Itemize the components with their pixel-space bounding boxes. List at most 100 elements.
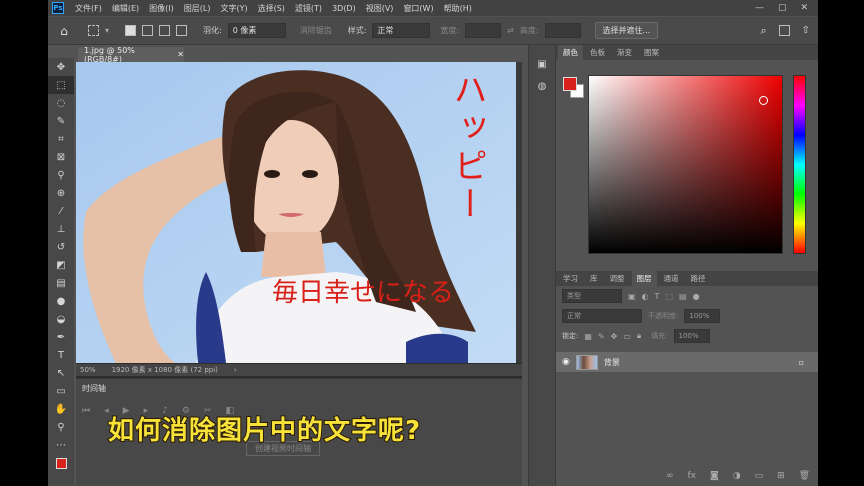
close-tab-icon[interactable]: ✕ bbox=[177, 50, 184, 59]
filter-toggle-icon[interactable]: ● bbox=[693, 292, 700, 301]
tab-patterns[interactable]: 图案 bbox=[639, 45, 664, 60]
home-icon[interactable]: ⌂ bbox=[54, 24, 74, 38]
tab-libraries[interactable]: 库 bbox=[585, 271, 603, 286]
filter-smart-icon[interactable]: ▤ bbox=[679, 292, 687, 301]
hand-tool-icon[interactable]: ✋ bbox=[48, 400, 74, 418]
layer-kind-filter[interactable]: 类型 bbox=[562, 289, 622, 303]
lock-artboard-icon[interactable]: ▭ bbox=[623, 332, 631, 341]
gradient-tool-icon[interactable]: ▤ bbox=[48, 274, 74, 292]
brush-tool-icon[interactable]: ⁄ bbox=[48, 202, 74, 220]
healing-brush-tool-icon[interactable]: ⊕ bbox=[48, 184, 74, 202]
select-and-mask-button[interactable]: 选择并遮住... bbox=[594, 22, 659, 39]
path-select-tool-icon[interactable]: ↖ bbox=[48, 364, 74, 382]
canvas-area[interactable]: ハッピー 毎日幸せになる bbox=[76, 62, 522, 378]
tab-swatches[interactable]: 色板 bbox=[585, 45, 610, 60]
intersect-selection-icon[interactable] bbox=[176, 25, 188, 36]
opacity-input[interactable]: 100% bbox=[684, 309, 721, 323]
menu-view[interactable]: 视图(V) bbox=[361, 3, 399, 14]
menu-3d[interactable]: 3D(D) bbox=[327, 4, 361, 13]
layer-row[interactable]: ◉ 背景 ▫ bbox=[556, 352, 818, 372]
history-panel-icon[interactable]: ▣ bbox=[529, 59, 555, 75]
new-selection-icon[interactable] bbox=[125, 25, 137, 36]
first-frame-icon[interactable]: ⏮ bbox=[82, 406, 90, 416]
feather-input[interactable]: 0 像素 bbox=[227, 23, 286, 38]
menu-layer[interactable]: 图层(L) bbox=[179, 3, 216, 14]
layer-style-icon[interactable]: fx bbox=[688, 471, 697, 481]
menu-filter[interactable]: 滤镜(T) bbox=[290, 3, 327, 14]
filter-adjustment-icon[interactable]: ◐ bbox=[642, 292, 649, 301]
lock-transparent-icon[interactable]: ▦ bbox=[584, 332, 592, 341]
menu-image[interactable]: 图像(I) bbox=[144, 3, 179, 14]
tab-gradients[interactable]: 渐变 bbox=[612, 45, 637, 60]
more-tools-icon[interactable]: ⋯ bbox=[48, 436, 74, 454]
menu-window[interactable]: 窗口(W) bbox=[398, 3, 438, 14]
quick-select-tool-icon[interactable]: ✎ bbox=[48, 112, 74, 130]
dodge-tool-icon[interactable]: ◒ bbox=[48, 310, 74, 328]
width-input[interactable] bbox=[465, 23, 502, 38]
clone-stamp-tool-icon[interactable]: ⊥ bbox=[48, 220, 74, 238]
subtract-selection-icon[interactable] bbox=[159, 25, 171, 36]
marquee-tool-icon[interactable]: ⬚ bbox=[48, 76, 74, 94]
new-group-icon[interactable]: ▭ bbox=[755, 471, 764, 481]
menu-edit[interactable]: 编辑(E) bbox=[107, 3, 144, 14]
eyedropper-tool-icon[interactable]: ⚲ bbox=[48, 166, 74, 184]
blur-tool-icon[interactable]: ● bbox=[48, 292, 74, 310]
crop-tool-icon[interactable]: ⌗ bbox=[48, 130, 74, 148]
layer-name[interactable]: 背景 bbox=[604, 357, 620, 368]
type-tool-icon[interactable]: T bbox=[48, 346, 74, 364]
add-mask-icon[interactable]: ◙ bbox=[710, 471, 719, 481]
swap-icon[interactable]: ⇄ bbox=[507, 26, 514, 35]
maximize-button[interactable]: ▢ bbox=[778, 3, 787, 13]
foreground-color-swatch[interactable] bbox=[563, 77, 577, 91]
move-tool-icon[interactable]: ✥ bbox=[48, 58, 74, 76]
vertical-scrollbar[interactable] bbox=[516, 62, 522, 363]
tab-paths[interactable]: 路径 bbox=[686, 271, 711, 286]
menu-help[interactable]: 帮助(H) bbox=[439, 3, 477, 14]
tab-adjustments[interactable]: 调整 bbox=[605, 271, 630, 286]
color-field[interactable] bbox=[588, 75, 783, 254]
close-button[interactable]: ✕ bbox=[800, 3, 808, 13]
zoom-level[interactable]: 50% bbox=[80, 366, 96, 374]
tab-layers[interactable]: 图层 bbox=[631, 271, 657, 286]
marquee-preset-icon[interactable] bbox=[88, 25, 99, 36]
menu-select[interactable]: 选择(S) bbox=[253, 3, 290, 14]
rectangle-tool-icon[interactable]: ▭ bbox=[48, 382, 74, 400]
filter-pixel-icon[interactable]: ▣ bbox=[628, 292, 636, 301]
lock-position-icon[interactable]: ✥ bbox=[611, 332, 618, 341]
hue-slider[interactable] bbox=[793, 75, 806, 254]
menu-type[interactable]: 文字(Y) bbox=[215, 3, 252, 14]
new-layer-icon[interactable]: ⊞ bbox=[777, 471, 785, 481]
frame-tool-icon[interactable]: ⊠ bbox=[48, 148, 74, 166]
tab-color[interactable]: 颜色 bbox=[558, 45, 583, 60]
fg-bg-color-icon[interactable] bbox=[48, 454, 74, 472]
share-icon[interactable]: ⇧ bbox=[802, 25, 810, 36]
add-selection-icon[interactable] bbox=[142, 25, 154, 36]
delete-layer-icon[interactable]: 🗑︎ bbox=[799, 471, 810, 481]
lasso-tool-icon[interactable]: ◌ bbox=[48, 94, 74, 112]
document-image[interactable]: ハッピー 毎日幸せになる bbox=[76, 62, 516, 363]
lock-paint-icon[interactable]: ✎ bbox=[598, 332, 605, 341]
link-layers-icon[interactable]: ∞ bbox=[666, 471, 674, 481]
eraser-tool-icon[interactable]: ◩ bbox=[48, 256, 74, 274]
document-tab[interactable]: 1.jpg @ 50%(RGB/8#) ✕ bbox=[78, 46, 184, 64]
color-picker-handle[interactable] bbox=[759, 96, 768, 105]
visibility-eye-icon[interactable]: ◉ bbox=[562, 357, 570, 367]
fill-input[interactable]: 100% bbox=[673, 329, 710, 343]
blend-mode-select[interactable]: 正常 bbox=[562, 309, 642, 323]
workspace-icon[interactable] bbox=[778, 25, 790, 36]
adjustment-layer-icon[interactable]: ◑ bbox=[733, 471, 741, 481]
tab-learn[interactable]: 学习 bbox=[558, 271, 583, 286]
filter-shape-icon[interactable]: ⬚ bbox=[665, 292, 673, 301]
chevron-right-icon[interactable]: › bbox=[234, 366, 237, 374]
properties-panel-icon[interactable]: ◍ bbox=[529, 81, 555, 97]
lock-all-icon[interactable]: 🔒︎ bbox=[637, 331, 641, 341]
zoom-tool-icon[interactable]: ⚲ bbox=[48, 418, 74, 436]
style-select[interactable]: 正常 bbox=[372, 23, 431, 38]
tab-channels[interactable]: 通道 bbox=[659, 271, 684, 286]
antialias-checkbox[interactable]: 消除锯齿 bbox=[300, 25, 332, 36]
chevron-down-icon[interactable]: ▾ bbox=[105, 26, 109, 35]
history-brush-tool-icon[interactable]: ↺ bbox=[48, 238, 74, 256]
menu-file[interactable]: 文件(F) bbox=[70, 3, 107, 14]
search-icon[interactable]: ⌕ bbox=[760, 24, 766, 38]
filter-type-icon[interactable]: T bbox=[655, 292, 660, 301]
